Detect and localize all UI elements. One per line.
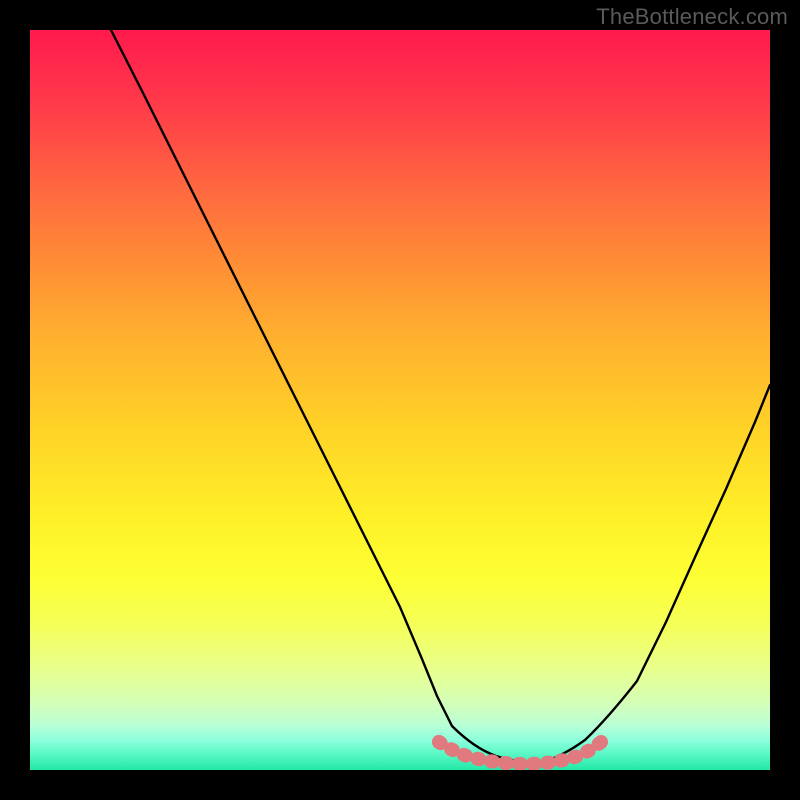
curve-line <box>111 30 770 763</box>
watermark-text: TheBottleneck.com <box>596 4 788 30</box>
chart-frame: TheBottleneck.com <box>0 0 800 800</box>
optimum-band-end <box>594 735 608 749</box>
chart-svg <box>30 30 770 770</box>
optimum-band-start <box>432 735 446 749</box>
chart-plot-area <box>30 30 770 770</box>
